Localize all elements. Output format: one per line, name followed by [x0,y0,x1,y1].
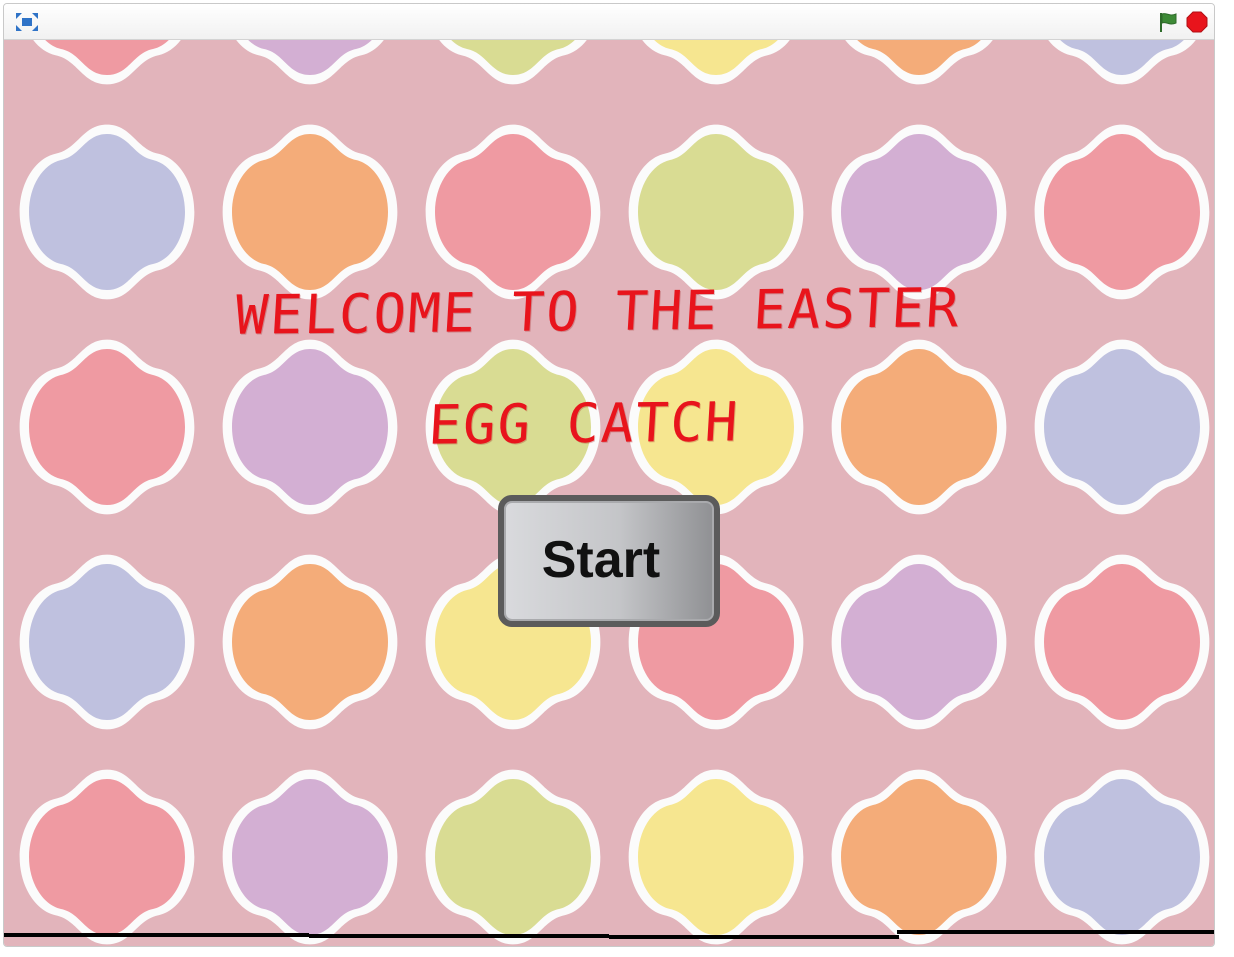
welcome-title-line-2: EGG CATCH [426,390,742,457]
stop-button[interactable] [1186,11,1208,33]
green-flag-button[interactable] [1156,10,1180,34]
ground-line-segment [609,935,899,939]
start-button-label: Start [541,531,661,589]
stop-icon [1186,11,1208,33]
fullscreen-button[interactable] [14,11,40,33]
ground-line-segment [4,933,309,937]
ground-line-segment [897,930,1214,934]
ground-line-segment [309,934,609,938]
stage-toolbar [4,4,1214,40]
green-flag-icon [1160,13,1177,32]
game-window: WELCOME TO THE EASTER EGG CATCH Start [3,3,1215,947]
easter-egg-pattern-backdrop [4,40,1214,946]
fullscreen-icon [16,13,38,31]
game-stage[interactable]: WELCOME TO THE EASTER EGG CATCH Start [4,40,1214,946]
start-button[interactable]: Start [498,495,720,627]
welcome-title-line-1: WELCOME TO THE EASTER [233,276,963,347]
